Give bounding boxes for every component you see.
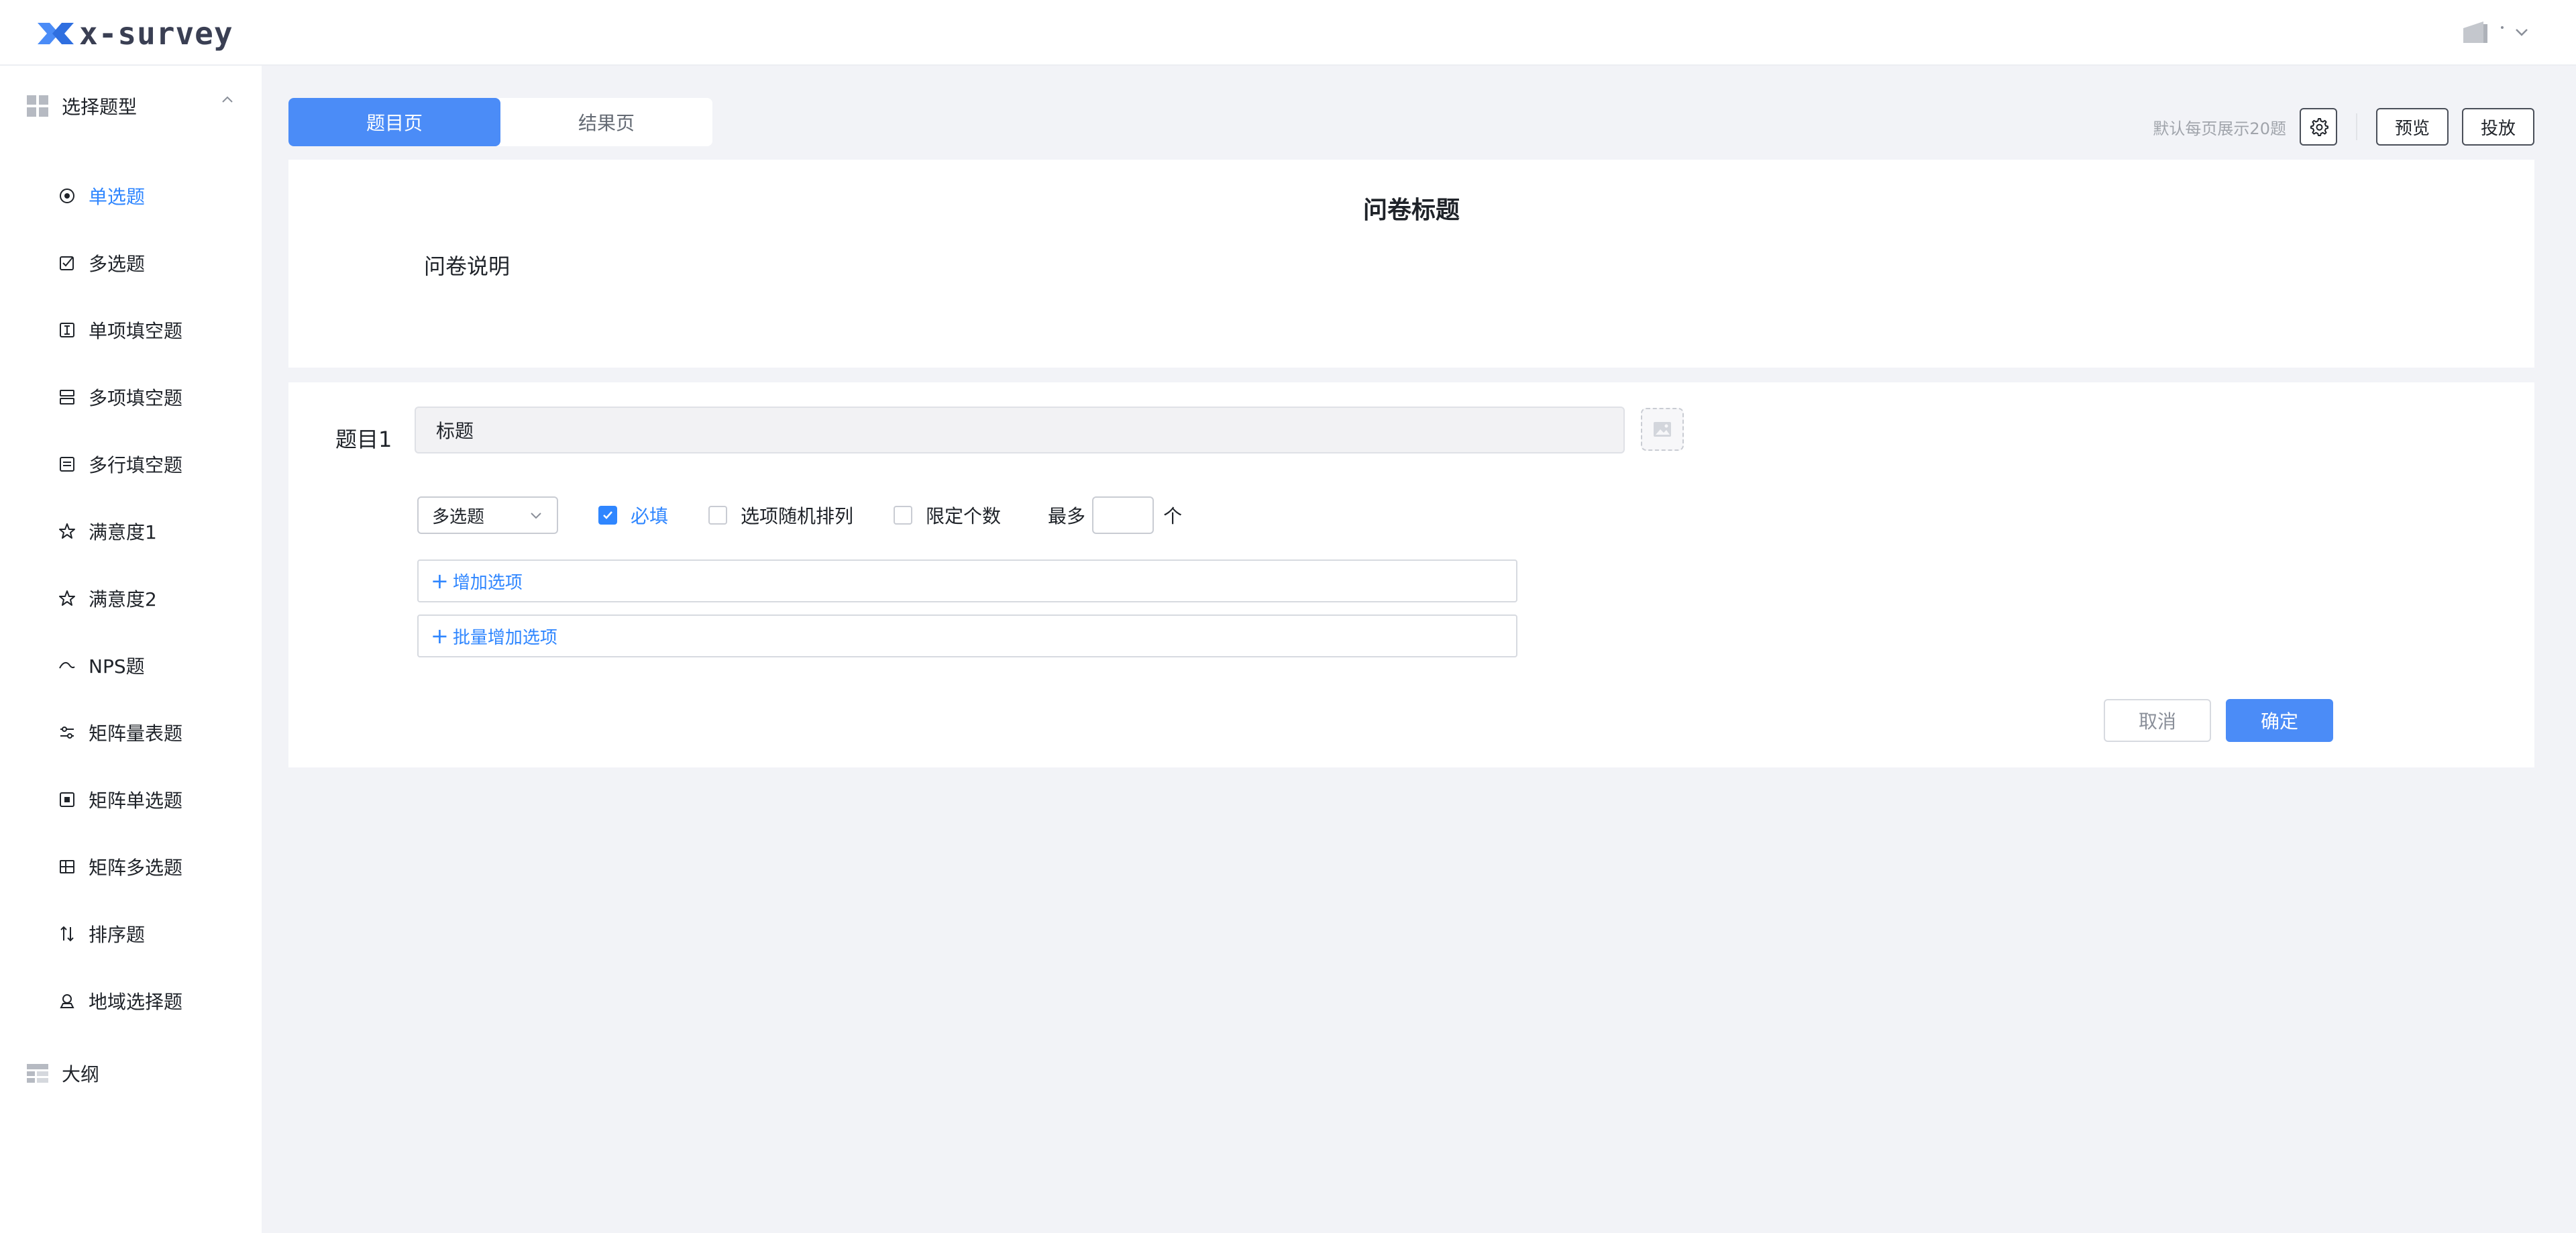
- sidebar: 选择题型 单选题 多选题 单项填空题 多项填空题 多行填空题 满意度1 满意度2…: [0, 66, 262, 1233]
- sidebar-item-label: 排序题: [89, 924, 146, 946]
- user-menu[interactable]: [2459, 16, 2530, 48]
- toolbar-divider: [2355, 113, 2357, 140]
- sidebar-item-label: 地域选择题: [89, 991, 183, 1013]
- outline-icon: [27, 1064, 48, 1083]
- add-option-label: 增加选项: [452, 572, 523, 593]
- star-icon: [59, 590, 75, 606]
- question-title-input[interactable]: [415, 407, 1625, 453]
- question-type-value: 多选题: [432, 506, 485, 527]
- chevron-down-icon: [531, 513, 541, 519]
- confirm-button[interactable]: 确定: [2226, 699, 2333, 742]
- survey-title[interactable]: 问卷标题: [288, 191, 2534, 225]
- question-type-select[interactable]: 多选题: [417, 496, 558, 534]
- sidebar-item-nps[interactable]: NPS题: [58, 645, 246, 686]
- required-checkbox[interactable]: 必填: [598, 502, 668, 529]
- max-label: 最多: [1048, 505, 1086, 527]
- image-icon: [1654, 422, 1671, 437]
- checkbox-box: [708, 506, 728, 525]
- star-icon: [59, 523, 75, 539]
- sidebar-item-label: 矩阵单选题: [89, 790, 183, 812]
- nps-icon: [59, 661, 75, 669]
- grid-icon: [27, 95, 48, 117]
- max-count-input[interactable]: [1092, 496, 1155, 534]
- checkbox-icon: [60, 256, 74, 270]
- cancel-button[interactable]: 取消: [2104, 699, 2211, 742]
- question-number-label: 题目1: [335, 427, 392, 452]
- sidebar-item-label: 多选题: [89, 253, 146, 275]
- editor-toolbar: 默认每页展示20题 预览 投放: [2153, 107, 2534, 146]
- chevron-down-icon[interactable]: [2513, 23, 2530, 41]
- batch-add-option-button[interactable]: + 批量增加选项: [417, 614, 1517, 657]
- sliders-icon: [60, 727, 74, 739]
- checkbox-box: [598, 506, 617, 525]
- sidebar-item-matrix-multi[interactable]: 矩阵多选题: [58, 847, 246, 887]
- sidebar-group-label: 大纲: [62, 1063, 100, 1085]
- multi-field-icon: [60, 390, 74, 405]
- settings-button[interactable]: [2299, 108, 2337, 146]
- top-bar: x-survey: [0, 0, 2576, 66]
- radio-icon: [60, 189, 74, 203]
- required-label: 必填: [631, 505, 669, 527]
- sidebar-item-label: 矩阵量表题: [89, 722, 183, 745]
- text-cursor-icon: [60, 323, 74, 337]
- textarea-icon: [60, 457, 74, 472]
- matrix-radio-icon: [60, 792, 74, 807]
- plus-icon: +: [431, 568, 449, 594]
- sidebar-group-label: 选择题型: [62, 96, 138, 118]
- random-order-label: 选项随机排列: [741, 505, 854, 527]
- gear-icon: [2310, 118, 2328, 136]
- app-logo[interactable]: x-survey: [35, 13, 233, 54]
- page-tabs: 题目页 结果页: [288, 98, 712, 146]
- sidebar-item-single-choice[interactable]: 单选题: [58, 176, 246, 216]
- sidebar-group-question-types[interactable]: 选择题型: [25, 86, 137, 126]
- location-icon: [60, 994, 74, 1008]
- sidebar-item-multiline-fill[interactable]: 多行填空题: [58, 444, 246, 484]
- tab-question-page[interactable]: 题目页: [288, 98, 500, 146]
- survey-header-card: 问卷标题 问卷说明: [288, 160, 2534, 368]
- sidebar-item-multi-fill[interactable]: 多项填空题: [58, 377, 246, 417]
- sidebar-item-label: 多项填空题: [89, 387, 183, 409]
- preview-button[interactable]: 预览: [2375, 108, 2449, 146]
- sidebar-item-region[interactable]: 地域选择题: [58, 981, 246, 1021]
- survey-description[interactable]: 问卷说明: [424, 250, 510, 280]
- limit-count-label: 限定个数: [926, 505, 1002, 527]
- add-option-button[interactable]: + 增加选项: [417, 559, 1517, 602]
- tab-result-page[interactable]: 结果页: [500, 98, 712, 146]
- publish-button[interactable]: 投放: [2461, 108, 2534, 146]
- sidebar-item-single-fill[interactable]: 单项填空题: [58, 310, 246, 350]
- sidebar-item-matrix-single[interactable]: 矩阵单选题: [58, 780, 246, 820]
- check-icon: [603, 511, 612, 519]
- question-options-row: 多选题 必填 选项随机排列 限定个数 最多 个: [417, 496, 1182, 534]
- sidebar-item-matrix-scale[interactable]: 矩阵量表题: [58, 712, 246, 753]
- batch-add-option-label: 批量增加选项: [452, 627, 557, 648]
- sidebar-item-label: NPS题: [89, 655, 145, 678]
- logo-text: x-survey: [79, 15, 233, 52]
- matrix-grid-icon: [60, 860, 74, 873]
- page-size-hint: 默认每页展示20题: [2153, 119, 2286, 138]
- question-editor-card: 题目1 多选题 必填 选项随机排列: [288, 382, 2534, 767]
- max-unit: 个: [1163, 505, 1183, 527]
- logo-x-icon: [38, 23, 74, 44]
- sidebar-item-label: 多行填空题: [89, 454, 183, 476]
- user-status-dot: [2501, 26, 2504, 29]
- sidebar-item-label: 满意度2: [89, 588, 157, 610]
- sidebar-item-label: 矩阵多选题: [89, 857, 183, 879]
- sidebar-item-satisfaction-1[interactable]: 满意度1: [58, 511, 246, 551]
- sidebar-item-label: 满意度1: [89, 521, 157, 543]
- sidebar-item-satisfaction-2[interactable]: 满意度2: [58, 578, 246, 619]
- sidebar-item-sort[interactable]: 排序题: [58, 914, 246, 954]
- sidebar-group-outline[interactable]: 大纲: [25, 1053, 99, 1093]
- random-order-checkbox[interactable]: 选项随机排列: [708, 502, 853, 529]
- avatar: [2463, 21, 2487, 43]
- chevron-up-icon[interactable]: [219, 91, 236, 109]
- limit-count-checkbox[interactable]: 限定个数: [894, 502, 1001, 529]
- plus-icon: +: [431, 623, 449, 649]
- image-upload-button[interactable]: [1641, 408, 1684, 451]
- sort-icon: [60, 926, 74, 942]
- checkbox-box: [894, 506, 913, 525]
- sidebar-item-label: 单选题: [89, 186, 146, 208]
- sidebar-item-multi-choice[interactable]: 多选题: [58, 243, 246, 283]
- sidebar-item-label: 单项填空题: [89, 320, 183, 342]
